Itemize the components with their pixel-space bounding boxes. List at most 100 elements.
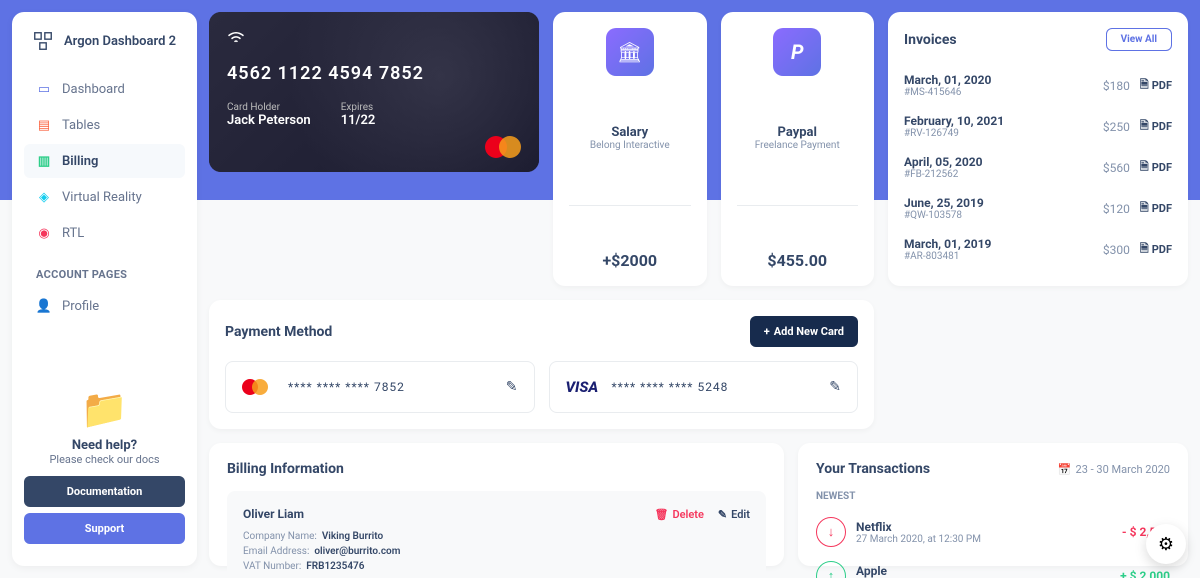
billing-item: Oliver Liam🗑Delete✎EditCompany Name: Vik… [227, 491, 766, 578]
paypal-card: P Paypal Freelance Payment $455.00 [721, 12, 875, 286]
billing-title: Billing Information [227, 461, 766, 477]
payment-method-card: Payment Method +Add New Card **** **** *… [209, 300, 874, 429]
invoice-amount: $300 [1103, 243, 1130, 257]
salary-card: 🏛 Salary Belong Interactive +$2000 [553, 12, 707, 286]
invoice-row: June, 25, 2019#QW-103578 $120 🗎PDF [904, 188, 1172, 229]
wifi-icon [227, 30, 521, 49]
trash-icon: 🗑 [654, 508, 668, 521]
nav-dashboard[interactable]: ▭Dashboard [24, 72, 185, 106]
invoice-row: April, 05, 2020#FB-212562 $560 🗎PDF [904, 147, 1172, 188]
help-subtitle: Please check our docs [24, 453, 185, 466]
invoice-date: April, 05, 2020 [904, 155, 983, 169]
nav-virtual-reality[interactable]: ◈Virtual Reality [24, 180, 185, 214]
view-all-button[interactable]: View All [1106, 28, 1172, 51]
delete-billing-button[interactable]: 🗑Delete [654, 508, 703, 521]
payment-method-title: Payment Method [225, 324, 332, 340]
transaction-name: Netflix [856, 520, 981, 534]
support-button[interactable]: Support [24, 513, 185, 544]
bank-icon: 🏛 [606, 28, 654, 76]
calendar-icon: 📅 [1058, 463, 1072, 476]
card-number: 4562 1122 4594 7852 [227, 63, 521, 84]
invoice-id: #AR-803481 [904, 251, 991, 262]
app-logo: Argon Dashboard 2 [24, 28, 185, 54]
invoices-title: Invoices [904, 32, 957, 48]
nav-profile[interactable]: 👤Profile [24, 289, 185, 323]
settings-fab[interactable]: ⚙ [1146, 524, 1186, 564]
plus-icon: + [764, 325, 770, 338]
invoice-pdf-link[interactable]: 🗎PDF [1140, 199, 1172, 218]
card-mask-0: **** **** **** 7852 [288, 380, 496, 394]
documentation-button[interactable]: Documentation [24, 476, 185, 507]
transactions-title: Your Transactions [816, 461, 930, 477]
pdf-icon: 🗎 [1140, 117, 1149, 136]
transaction-time: 27 March 2020, at 12:30 PM [856, 534, 981, 545]
billing-name: Oliver Liam [243, 507, 304, 521]
logo-icon [30, 28, 56, 54]
app-name: Argon Dashboard 2 [64, 34, 176, 49]
invoice-date: March, 01, 2020 [904, 73, 991, 87]
pdf-icon: 🗎 [1140, 76, 1149, 95]
invoices-card: Invoices View All March, 01, 2020#MS-415… [888, 12, 1188, 286]
sidebar-help: 📁 Need help? Please check our docs Docum… [24, 388, 185, 550]
invoice-id: #QW-103578 [904, 210, 984, 221]
invoice-id: #FB-212562 [904, 169, 983, 180]
vr-icon: ◈ [36, 189, 52, 205]
card-holder-label: Card Holder [227, 102, 311, 113]
invoice-amount: $250 [1103, 120, 1130, 134]
profile-icon: 👤 [36, 298, 52, 314]
edit-billing-button[interactable]: ✎Edit [718, 508, 750, 521]
gear-icon: ⚙ [1158, 534, 1174, 555]
help-folder-icon: 📁 [24, 388, 185, 432]
invoice-pdf-link[interactable]: 🗎PDF [1140, 76, 1172, 95]
invoice-id: #MS-415646 [904, 87, 991, 98]
invoice-amount: $180 [1103, 79, 1130, 93]
dashboard-icon: ▭ [36, 81, 52, 97]
pdf-icon: 🗎 [1140, 240, 1149, 259]
invoice-pdf-link[interactable]: 🗎PDF [1140, 117, 1172, 136]
visa-brand-icon: VISA [566, 378, 602, 396]
invoice-row: March, 01, 2020#MS-415646 $180 🗎PDF [904, 65, 1172, 106]
pencil-icon: ✎ [718, 508, 727, 521]
billing-info-card: Billing Information Oliver Liam 🗑Delete ✎E… [209, 443, 784, 566]
paypal-amount: $455.00 [767, 251, 827, 270]
edit-card-0-icon[interactable]: ✎ [506, 379, 518, 395]
add-new-card-button[interactable]: +Add New Card [750, 316, 858, 347]
pdf-icon: 🗎 [1140, 199, 1149, 218]
nav-section-account: ACCOUNT PAGES [36, 268, 185, 281]
help-title: Need help? [24, 438, 185, 453]
nav-billing[interactable]: ▥Billing [24, 144, 185, 178]
invoice-date: March, 01, 2019 [904, 237, 991, 251]
paypal-icon: P [773, 28, 821, 76]
invoice-amount: $560 [1103, 161, 1130, 175]
card-expires: 11/22 [341, 113, 376, 128]
invoice-row: February, 10, 2021#RV-126749 $250 🗎PDF [904, 106, 1172, 147]
nav-tables[interactable]: ▤Tables [24, 108, 185, 142]
billing-icon: ▥ [36, 153, 52, 169]
nav-rtl[interactable]: ◉RTL [24, 216, 185, 250]
paypal-sub: Freelance Payment [755, 140, 840, 151]
paypal-title: Paypal [755, 125, 840, 140]
invoice-pdf-link[interactable]: 🗎PDF [1140, 240, 1172, 259]
transactions-card: Your Transactions 📅23 - 30 March 2020 NE… [798, 443, 1188, 566]
arrow-up-icon: ↑ [816, 561, 846, 578]
mastercard-icon [485, 136, 521, 158]
tables-icon: ▤ [36, 117, 52, 133]
transactions-range: 📅23 - 30 March 2020 [1058, 463, 1170, 476]
invoice-row: March, 01, 2019#AR-803481 $300 🗎PDF [904, 229, 1172, 270]
transaction-row: ↓Netflix27 March 2020, at 12:30 PM- $ 2,… [816, 510, 1170, 554]
invoice-amount: $120 [1103, 202, 1130, 216]
rtl-icon: ◉ [36, 225, 52, 241]
invoice-date: June, 25, 2019 [904, 196, 984, 210]
invoice-date: February, 10, 2021 [904, 114, 1004, 128]
sidebar: Argon Dashboard 2 ▭Dashboard ▤Tables ▥Bi… [12, 12, 197, 566]
card-expires-label: Expires [341, 102, 376, 113]
invoice-id: #RV-126749 [904, 128, 1004, 139]
payment-card-visa: VISA **** **** **** 5248 ✎ [549, 361, 859, 413]
transaction-row: ↑Apple27 March 2020, at 04:30 AM+ $ 2,00… [816, 554, 1170, 578]
newest-label: NEWEST [816, 491, 1170, 502]
credit-card: 4562 1122 4594 7852 Card Holder Jack Pet… [209, 12, 539, 172]
arrow-down-icon: ↓ [816, 517, 846, 547]
card-mask-1: **** **** **** 5248 [612, 380, 820, 394]
invoice-pdf-link[interactable]: 🗎PDF [1140, 158, 1172, 177]
edit-card-1-icon[interactable]: ✎ [829, 379, 841, 395]
